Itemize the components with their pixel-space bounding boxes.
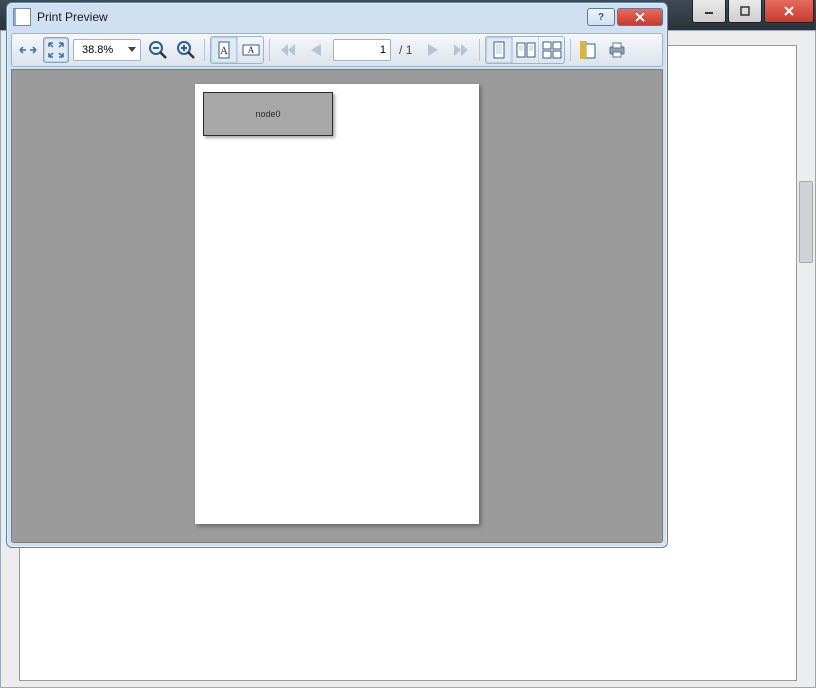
orientation-group: A A [210,36,264,64]
zoom-select[interactable] [73,39,141,61]
parent-minimize-button[interactable] [692,0,726,23]
print-button[interactable] [604,37,630,63]
separator [479,39,480,61]
page-setup-button[interactable] [576,37,602,63]
overview-pages-icon [542,41,562,59]
print-icon [608,41,626,59]
zoom-out-button[interactable] [145,37,171,63]
zoom-in-icon [176,40,196,60]
landscape-button[interactable]: A [237,37,263,63]
separator [269,39,270,61]
total-pages: 1 [406,43,413,57]
first-page-icon [280,43,296,57]
maximize-icon [740,6,750,16]
facing-pages-button[interactable] [512,37,538,63]
minimize-icon [704,6,714,16]
zoom-dropdown-button[interactable] [126,44,138,56]
page-separator: / 1 [393,43,418,57]
parent-maximize-button[interactable] [728,0,762,23]
toolbar: A A / 1 [11,33,663,67]
page-preview: node0 [195,84,479,524]
scrollbar-thumb[interactable] [799,181,813,263]
single-page-icon [491,41,507,59]
last-page-icon [453,43,469,57]
separator [570,39,571,61]
parent-scrollbar[interactable] [798,31,814,687]
window-icon [13,8,31,26]
first-page-button[interactable] [275,37,301,63]
help-button[interactable]: ? [587,8,615,26]
fit-page-button[interactable] [43,37,69,63]
overview-pages-button[interactable] [538,37,564,63]
window-title: Print Preview [37,10,585,24]
print-preview-window: Print Preview ? [6,2,668,548]
next-page-icon [426,43,440,57]
titlebar[interactable]: Print Preview ? [7,3,667,31]
portrait-button[interactable]: A [211,37,237,63]
portrait-icon: A [215,41,233,59]
zoom-out-icon [148,40,168,60]
zoom-value-input[interactable] [80,43,126,57]
prev-page-button[interactable] [303,37,329,63]
svg-text:A: A [247,45,254,55]
single-page-button[interactable] [486,37,512,63]
document-area[interactable]: node0 [11,69,663,543]
landscape-icon: A [242,41,260,59]
zoom-in-button[interactable] [173,37,199,63]
next-page-button[interactable] [420,37,446,63]
prev-page-icon [309,43,323,57]
page-setup-icon [580,41,598,59]
close-icon [783,5,795,17]
current-page-input[interactable] [333,39,391,61]
fit-width-icon [19,41,37,59]
svg-text:A: A [220,45,228,57]
fit-page-icon [47,41,65,59]
separator [204,39,205,61]
parent-close-button[interactable] [764,0,814,23]
close-icon [634,12,646,22]
fit-width-button[interactable] [15,37,41,63]
facing-pages-icon [516,41,536,59]
close-button[interactable] [617,8,663,26]
last-page-button[interactable] [448,37,474,63]
chevron-down-icon [128,47,136,53]
pageview-group [485,36,565,64]
document-node: node0 [203,92,333,136]
